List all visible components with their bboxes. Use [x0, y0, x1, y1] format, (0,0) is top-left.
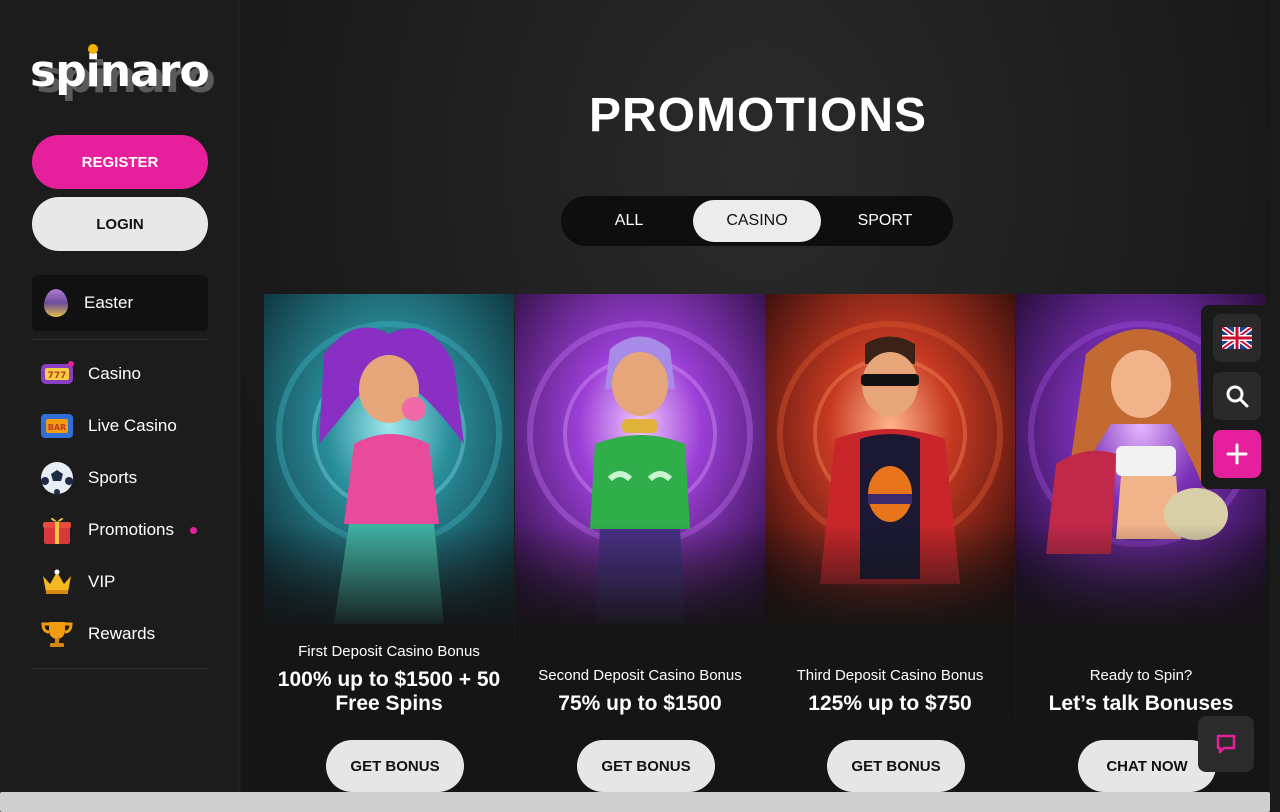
login-button[interactable]: LOGIN [32, 197, 208, 251]
get-bonus-button[interactable]: GET BONUS [577, 740, 715, 792]
sidebar-item-casino[interactable]: 777 Casino [40, 348, 210, 400]
sidebar-item-label: VIP [88, 572, 116, 591]
card-fade [1016, 524, 1266, 634]
page-title: PROMOTIONS [588, 89, 927, 142]
sidebar-item-label: Rewards [88, 624, 156, 643]
logo-dot [88, 44, 98, 54]
trophy-icon [40, 617, 74, 651]
tab-all[interactable]: ALL [565, 200, 693, 242]
card-headline: Let’s talk Bonuses [1048, 692, 1234, 715]
soccer-ball-icon [40, 461, 74, 495]
sidebar-item-promotions[interactable]: Promotions [40, 504, 210, 556]
card-subtitle: Third Deposit Casino Bonus [796, 667, 984, 684]
card-subtitle: Ready to Spin? [1089, 667, 1193, 684]
slot-machine-icon: 777 [40, 357, 74, 391]
svg-text:BAR: BAR [48, 423, 66, 432]
promo-cards: First Deposit Casino Bonus 100% up to $1… [264, 294, 1280, 794]
promo-filter-tabs: ALL CASINO SPORT [561, 196, 953, 246]
sidebar-item-rewards[interactable]: Rewards [40, 608, 210, 660]
easter-label: Easter [84, 293, 134, 312]
sidebar-nav: 777 Casino BAR Live Casino Sports Promot… [40, 348, 210, 660]
register-button[interactable]: REGISTER [32, 135, 208, 189]
horizontal-scrollbar-thumb[interactable] [0, 792, 1270, 812]
card-subtitle: First Deposit Casino Bonus [298, 643, 480, 660]
floating-tool-rail [1201, 305, 1271, 489]
chat-now-button[interactable]: CHAT NOW [1078, 740, 1216, 792]
sidebar-divider-top [32, 339, 208, 340]
search-button[interactable] [1213, 372, 1261, 420]
vertical-scrollbar[interactable] [1270, 0, 1280, 792]
uk-flag-icon [1222, 327, 1252, 349]
get-bonus-button[interactable]: GET BONUS [326, 740, 464, 792]
live-chat-button[interactable] [1198, 716, 1254, 772]
tab-casino[interactable]: CASINO [693, 200, 821, 242]
get-bonus-button[interactable]: GET BONUS [827, 740, 965, 792]
sidebar-item-label: Casino [88, 364, 141, 383]
easter-egg-icon [44, 289, 68, 317]
active-indicator-dot [189, 526, 197, 534]
sidebar-item-label: Live Casino [88, 416, 177, 435]
svg-text:777: 777 [48, 371, 67, 381]
chat-bubble-icon [1216, 734, 1236, 754]
promo-card: Second Deposit Casino Bonus 75% up to $1… [515, 294, 765, 794]
language-button[interactable] [1213, 314, 1261, 362]
card-fade [515, 524, 765, 634]
sidebar-divider-bottom [32, 668, 208, 669]
gift-box-icon [40, 513, 74, 547]
card-headline: 100% up to $1500 + 50 Free Spins [277, 668, 501, 715]
sidebar-item-sports[interactable]: Sports [40, 452, 210, 504]
crown-icon [40, 565, 74, 599]
promo-card: Third Deposit Casino Bonus 125% up to $7… [765, 294, 1015, 794]
main-content: PROMOTIONS ALL CASINO SPORT First Deposi… [241, 0, 1280, 812]
bar-slot-icon: BAR [40, 409, 74, 443]
search-icon [1226, 385, 1249, 408]
sidebar: spinaro spinaro REGISTER LOGIN Easter 77… [0, 0, 240, 812]
sidebar-item-label: Sports [88, 468, 138, 487]
card-headline: 75% up to $1500 [558, 692, 722, 715]
card-subtitle: Second Deposit Casino Bonus [538, 667, 742, 684]
tab-sport[interactable]: SPORT [821, 200, 949, 242]
plus-icon [1226, 443, 1248, 465]
card-fade [264, 524, 514, 634]
card-fade [765, 524, 1015, 634]
promo-card: First Deposit Casino Bonus 100% up to $1… [264, 294, 514, 794]
sidebar-item-vip[interactable]: VIP [40, 556, 210, 608]
expand-menu-button[interactable] [1213, 430, 1261, 478]
sidebar-item-live-casino[interactable]: BAR Live Casino [40, 400, 210, 452]
easter-featured-item[interactable]: Easter [32, 275, 208, 331]
sidebar-item-label: Promotions [88, 520, 174, 539]
card-headline: 125% up to $750 [808, 692, 972, 715]
brand-logo[interactable]: spinaro [30, 44, 210, 94]
brand-logo-text: spinaro [30, 46, 210, 97]
